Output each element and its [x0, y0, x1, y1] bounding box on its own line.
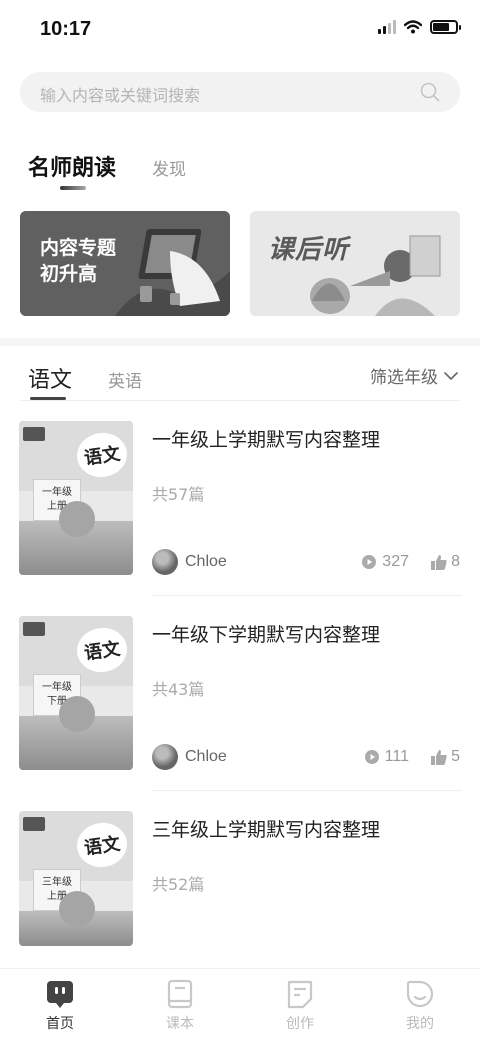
tab-english[interactable]: 英语: [108, 367, 142, 394]
nav-textbook[interactable]: 课本: [120, 969, 240, 1039]
author-name[interactable]: Chloe: [185, 553, 227, 571]
list-item[interactable]: 语文 三年级 上册 三年级上学期默写内容整理 共52篇: [0, 791, 480, 946]
search-input[interactable]: 输入内容或关键词搜索: [20, 72, 460, 112]
item-count: 共57篇: [152, 485, 205, 504]
list-item[interactable]: 语文 一年级 上册 一年级上学期默写内容整理 共57篇 Chloe 327 8: [0, 401, 480, 596]
subject-tabs: 语文 英语: [28, 362, 142, 394]
cover-illustration: [19, 696, 133, 770]
list-item[interactable]: 语文 一年级 下册 一年级下学期默写内容整理 共43篇 Chloe 111 5: [0, 596, 480, 791]
wifi-icon: [404, 20, 422, 34]
grade-filter-dropdown[interactable]: 筛选年级: [370, 363, 458, 388]
item-title: 一年级上学期默写内容整理: [152, 429, 381, 451]
book-cover: 语文 一年级 下册: [19, 616, 133, 770]
search-placeholder: 输入内容或关键词搜索: [40, 86, 201, 105]
publisher-badge: [23, 427, 45, 441]
banner-after-class[interactable]: 课后听: [250, 211, 460, 316]
banner-after-class-title: 课后听: [268, 235, 350, 265]
create-icon: [287, 980, 313, 1009]
avatar[interactable]: [152, 744, 178, 770]
play-count: 327: [362, 553, 409, 571]
like-count[interactable]: 5: [431, 748, 460, 766]
author-name[interactable]: Chloe: [185, 748, 227, 766]
item-count: 共43篇: [152, 680, 205, 699]
profile-icon: [406, 980, 434, 1008]
banner-topic[interactable]: 内容专题 初升高: [20, 211, 230, 316]
item-title: 三年级上学期默写内容整理: [152, 819, 381, 841]
cover-illustration: [19, 891, 133, 946]
section-divider: [0, 338, 480, 346]
tab-indicator: [60, 186, 86, 190]
status-time: 10:17: [40, 18, 92, 40]
signal-icon: [378, 20, 396, 34]
banner-topic-line1: 内容专题: [40, 237, 117, 259]
thumbs-up-icon: [431, 554, 447, 570]
publisher-badge: [23, 817, 45, 831]
chevron-down-icon: [444, 371, 458, 380]
nav-create-label: 创作: [286, 1016, 314, 1032]
search-icon[interactable]: [420, 82, 440, 102]
nav-textbook-label: 课本: [166, 1016, 194, 1032]
banner-topic-line2: 初升高: [40, 263, 98, 285]
nav-create[interactable]: 创作: [240, 969, 360, 1039]
book-cover: 语文 一年级 上册: [19, 421, 133, 575]
bottom-nav: 首页 课本 创作 我的: [0, 968, 480, 1039]
nav-home[interactable]: 首页: [0, 969, 120, 1039]
item-title: 一年级下学期默写内容整理: [152, 624, 381, 646]
nav-profile[interactable]: 我的: [360, 969, 480, 1039]
book-cover: 语文 三年级 上册: [19, 811, 133, 946]
tab-discover[interactable]: 发现: [152, 155, 186, 182]
tab-chinese[interactable]: 语文: [28, 362, 72, 394]
book-icon: [167, 979, 193, 1009]
status-bar: 10:17: [0, 0, 480, 60]
battery-icon: [430, 20, 461, 34]
avatar[interactable]: [152, 549, 178, 575]
main-tabs: 名师朗读 发现: [28, 150, 186, 182]
publisher-badge: [23, 622, 45, 636]
play-icon: [362, 555, 377, 569]
tab-teacher-reading[interactable]: 名师朗读: [28, 150, 116, 182]
nav-profile-label: 我的: [406, 1016, 434, 1032]
item-count: 共52篇: [152, 875, 205, 894]
home-icon: [47, 981, 73, 1008]
thumbs-up-icon: [431, 749, 447, 765]
cover-illustration: [19, 501, 133, 575]
play-count: 111: [364, 748, 409, 766]
banner-topic-title: 内容专题 初升高: [40, 235, 116, 287]
nav-home-label: 首页: [46, 1016, 74, 1032]
status-icons: [378, 20, 461, 34]
play-icon: [364, 750, 379, 764]
grade-filter-label: 筛选年级: [370, 368, 438, 388]
like-count[interactable]: 8: [431, 553, 460, 571]
